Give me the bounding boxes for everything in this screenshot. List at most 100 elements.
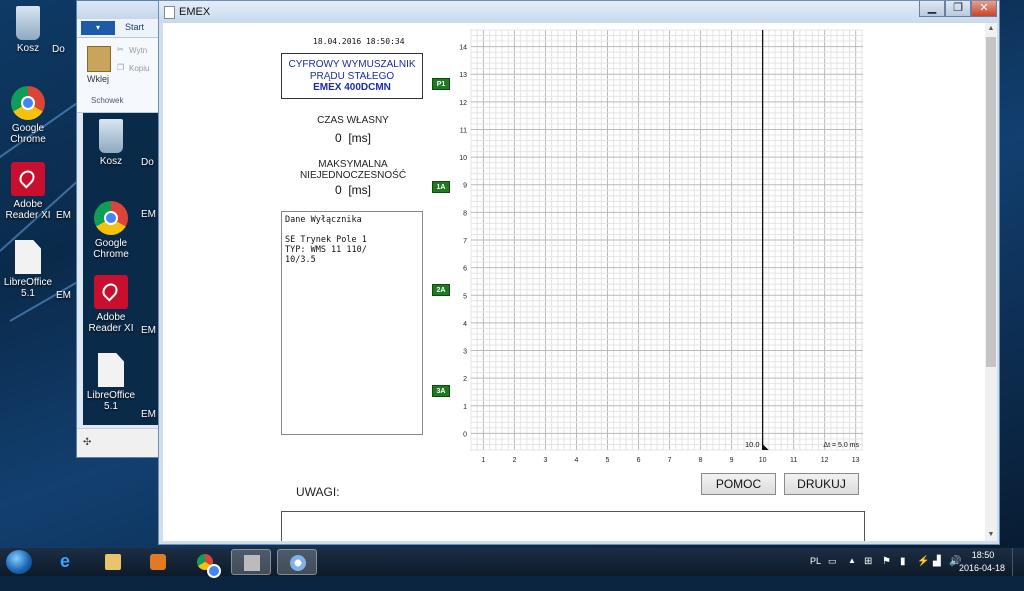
max-label-line2: NIEJEDNOCZESNOŚĆ — [299, 170, 407, 181]
taskbar: e PL ▭ ▲ ⊞ ⚑ ▮ ⚡ ▟ 🔊 18:50 2016-04-18 — [0, 548, 1024, 578]
desktop-icon-chrome[interactable]: Google Chrome — [0, 86, 56, 145]
explorer-window[interactable]: ▾ Start Wklej ✂ Wytn ❐ Kopiu Schowek Kos… — [76, 0, 166, 458]
taskbar-file-explorer[interactable] — [93, 549, 133, 575]
own-time-readout: 0 [ms] — [273, 131, 433, 145]
timing-chart[interactable]: 1 2 3 4 5 6 7 8 9 10 11 12 130123456789101112131410.… — [453, 26, 863, 466]
x-tick-label: 6 — [637, 457, 641, 464]
y-tick-label: 3 — [463, 349, 467, 356]
file-item-partial[interactable]: EM — [141, 409, 159, 420]
file-menu-button[interactable]: ▾ — [81, 21, 115, 35]
y-tick-label: 11 — [460, 127, 467, 134]
desktop-icon-partial[interactable]: EM — [56, 290, 76, 301]
paste-label[interactable]: Wklej — [87, 74, 109, 84]
chrome-icon — [11, 86, 45, 120]
print-button[interactable]: DRUKUJ — [784, 473, 859, 495]
taskbar-paint[interactable] — [277, 549, 317, 575]
explorer-ribbon-tabs: ▾ Start — [77, 19, 165, 38]
marker-1a[interactable]: 1A — [432, 181, 450, 193]
action-center-flag-icon[interactable]: ⚑ — [882, 556, 891, 584]
y-tick-label: 6 — [463, 266, 467, 273]
emex-window[interactable]: EMEX ▁ ❐ ✕ 18.04.2016 18:50:34 CYFROWY W… — [158, 0, 1000, 545]
taskbar-chrome[interactable] — [185, 549, 225, 578]
marker-3a[interactable]: 3A — [432, 385, 450, 397]
file-item-partial[interactable]: EM — [141, 325, 159, 336]
start-orb[interactable] — [6, 550, 32, 574]
explorer-titlebar[interactable] — [77, 1, 165, 19]
x-tick-label: 8 — [699, 457, 703, 464]
document-icon — [15, 240, 41, 274]
desktop-icon-recycle-bin[interactable]: Kosz — [0, 6, 56, 54]
desktop-icon-libreoffice[interactable]: LibreOffice 5.1 — [0, 240, 56, 299]
marker-2a[interactable]: 2A — [432, 284, 450, 296]
file-item-libreoffice[interactable]: LibreOffice 5.1 — [83, 353, 139, 412]
file-item-recycle-bin[interactable]: Kosz — [83, 119, 139, 167]
marker-p1[interactable]: P1 — [432, 78, 450, 90]
desktop-icon-partial[interactable]: EM — [56, 210, 76, 221]
paste-icon[interactable] — [87, 46, 111, 72]
vertical-scrollbar[interactable]: ▲ ▼ — [985, 23, 997, 541]
max-readout: 0 [ms] — [273, 183, 433, 197]
x-tick-label: 13 — [852, 457, 860, 464]
scroll-up-arrow[interactable]: ▲ — [985, 23, 997, 35]
window-titlebar[interactable]: EMEX ▁ ❐ ✕ — [159, 1, 999, 23]
remarks-field[interactable] — [281, 511, 865, 541]
cut-icon: ✂ — [117, 45, 124, 54]
tab-start[interactable]: Start — [125, 22, 144, 32]
cut-label[interactable]: Wytn — [129, 46, 147, 55]
close-button[interactable]: ✕ — [971, 1, 997, 17]
windows-flag-icon[interactable]: ⊞ — [864, 556, 872, 584]
help-button[interactable]: POMOC — [701, 473, 776, 495]
explorer-statusbar: ✣ — [77, 428, 165, 457]
desktop-icon-adobe-reader[interactable]: Adobe Reader XI — [0, 162, 56, 221]
file-item-partial[interactable]: Do — [141, 157, 159, 168]
app-icon — [164, 6, 175, 19]
y-tick-label: 14 — [459, 45, 467, 52]
show-hidden-icons-chevron-icon[interactable]: ▲ — [848, 556, 856, 584]
clock-date[interactable]: 2016-04-18 — [958, 563, 1006, 591]
delta-t-label: Δt = 5.0 ms — [823, 442, 859, 449]
file-item-partial[interactable]: EM — [141, 209, 159, 220]
y-tick-label: 4 — [463, 321, 467, 328]
device-line: CYFROWY WYMUSZALNIK — [288, 59, 416, 70]
cursor-value-label: 10.0 — [745, 440, 760, 449]
show-desktop-button[interactable] — [1012, 548, 1024, 576]
x-tick-label: 5 — [606, 457, 610, 464]
language-indicator[interactable]: PL — [810, 556, 821, 584]
explorer-content: Kosz Google Chrome Adobe Reader XI Libre… — [83, 113, 159, 425]
file-item-chrome[interactable]: Google Chrome — [83, 201, 139, 260]
chrome-icon — [197, 554, 221, 578]
y-tick-label: 12 — [459, 100, 467, 107]
keyboard-icon[interactable]: ▭ — [828, 556, 837, 584]
x-tick-label: 11 — [790, 457, 797, 464]
taskbar-media-player[interactable] — [138, 549, 178, 575]
maximize-button[interactable]: ❐ — [945, 1, 971, 17]
x-tick-label: 4 — [575, 457, 579, 464]
y-tick-label: 8 — [463, 210, 467, 217]
desktop-icon-label: Adobe Reader XI — [5, 199, 51, 221]
power-icon[interactable]: ⚡ — [917, 556, 929, 584]
battery-icon[interactable]: ▮ — [900, 556, 906, 584]
media-player-icon — [150, 554, 166, 570]
scrollbar-thumb[interactable] — [986, 37, 996, 367]
y-tick-label: 9 — [463, 183, 467, 190]
y-tick-label: 5 — [463, 293, 467, 300]
x-tick-label: 12 — [821, 457, 829, 464]
x-tick-label: 1 — [481, 457, 485, 464]
minimize-button[interactable]: ▁ — [919, 1, 945, 17]
remarks-label: UWAGI: — [296, 485, 340, 499]
breaker-data-textarea[interactable]: Dane Wyłącznika SE Trynek Pole 1 TYP: WM… — [281, 211, 423, 435]
taskbar-emex[interactable] — [231, 549, 271, 575]
move-icon[interactable]: ✣ — [83, 437, 91, 448]
network-signal-icon[interactable]: ▟ — [933, 556, 941, 584]
copy-label[interactable]: Kopiu — [129, 64, 149, 73]
file-item-adobe-reader[interactable]: Adobe Reader XI — [83, 275, 139, 334]
desktop-icon-label: LibreOffice 5.1 — [3, 277, 53, 299]
pdf-icon — [94, 275, 128, 309]
x-tick-label: 10 — [759, 457, 767, 464]
scroll-down-arrow[interactable]: ▼ — [985, 529, 997, 541]
y-tick-label: 7 — [463, 238, 467, 245]
taskbar-internet-explorer[interactable]: e — [48, 549, 88, 575]
desktop-icon-partial[interactable]: Do — [52, 44, 76, 55]
max-value: 0 — [334, 183, 342, 197]
device-line: PRĄDU STAŁEGO — [309, 70, 395, 82]
